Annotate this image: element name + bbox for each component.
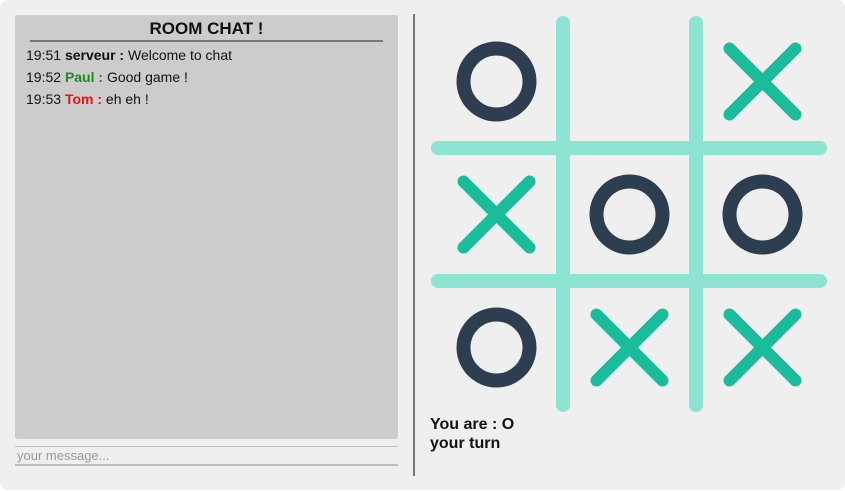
chat-panel: ROOM CHAT ! 19:51 serveur : Welcome to c… [15,15,398,439]
message-time: 19:53 [26,91,62,107]
app-window: ROOM CHAT ! 19:51 serveur : Welcome to c… [0,0,845,490]
chat-message: 19:53 Tom : eh eh ! [26,88,386,110]
message-text: eh eh ! [105,91,149,107]
board-cell[interactable] [567,152,693,278]
message-list: 19:51 serveur : Welcome to chat 19:52 Pa… [26,44,386,110]
message-input[interactable] [15,446,398,466]
message-author: Tom : [64,91,103,107]
chat-message: 19:52 Paul : Good game ! [26,66,386,88]
board-cell[interactable] [700,152,826,278]
board-cell[interactable] [567,19,693,145]
message-author: serveur : [64,47,125,63]
message-text: Welcome to chat [127,47,232,63]
turn-indicator: your turn [430,435,501,452]
panel-divider [413,14,415,476]
message-author: Paul : [64,69,104,85]
board-cell[interactable] [567,285,693,411]
message-time: 19:51 [26,47,62,63]
board-cell[interactable] [434,285,560,411]
chat-title: ROOM CHAT ! [30,19,383,42]
board-cell[interactable] [700,285,826,411]
game-status: You are : O your turn [430,415,514,453]
message-time: 19:52 [26,69,62,85]
player-symbol-label: You are : O [430,416,515,433]
board-cell[interactable] [700,19,826,145]
board-cell[interactable] [434,19,560,145]
message-text: Good game ! [106,69,188,85]
board-cell[interactable] [434,152,560,278]
chat-message: 19:51 serveur : Welcome to chat [26,44,386,66]
game-board [430,15,830,415]
